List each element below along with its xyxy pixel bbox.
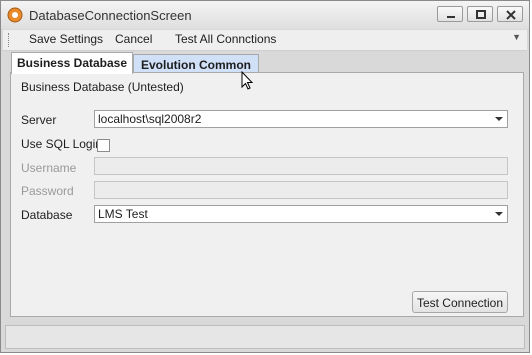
password-field[interactable] [94, 181, 508, 199]
menu-cancel[interactable]: Cancel [115, 32, 152, 46]
minimize-button[interactable] [437, 6, 463, 22]
server-label: Server [21, 113, 57, 127]
menu-bar: Save Settings Cancel Test All Connctions… [3, 30, 527, 51]
menu-grip[interactable] [8, 33, 12, 47]
username-label: Username [21, 161, 77, 175]
menu-save-settings[interactable]: Save Settings [29, 32, 103, 46]
database-value: LMS Test [98, 207, 148, 221]
close-button[interactable] [497, 6, 523, 22]
password-label: Password [21, 184, 74, 198]
use-sql-login-label: Use SQL Login [21, 137, 102, 151]
minimize-icon [447, 16, 455, 18]
menu-test-all-connections[interactable]: Test All Connctions [175, 32, 276, 46]
dropdown-arrow-icon[interactable] [495, 117, 503, 121]
dropdown-arrow-icon[interactable] [495, 212, 503, 216]
server-value: localhost\sql2008r2 [98, 112, 202, 126]
tab-content-panel: Business Database (Untested) Server loca… [10, 72, 524, 317]
maximize-button[interactable] [467, 6, 493, 22]
mouse-cursor-icon [241, 71, 254, 90]
server-combobox[interactable]: localhost\sql2008r2 [94, 110, 508, 128]
username-field[interactable] [94, 157, 508, 175]
status-bar [5, 325, 525, 349]
close-icon [506, 10, 516, 20]
tab-business-database[interactable]: Business Database [11, 52, 133, 74]
section-title: Business Database (Untested) [21, 80, 184, 94]
database-connection-window: DatabaseConnectionScreen Save Settings C… [0, 0, 530, 353]
chevron-down-icon[interactable]: ▼ [512, 32, 521, 42]
test-connection-button[interactable]: Test Connection [412, 291, 508, 313]
window-title: DatabaseConnectionScreen [29, 8, 192, 23]
database-label: Database [21, 208, 73, 222]
gear-app-icon [7, 7, 23, 23]
maximize-icon [476, 10, 486, 19]
title-bar[interactable]: DatabaseConnectionScreen [1, 1, 529, 29]
database-combobox[interactable]: LMS Test [94, 205, 508, 223]
use-sql-login-checkbox[interactable] [97, 139, 110, 152]
